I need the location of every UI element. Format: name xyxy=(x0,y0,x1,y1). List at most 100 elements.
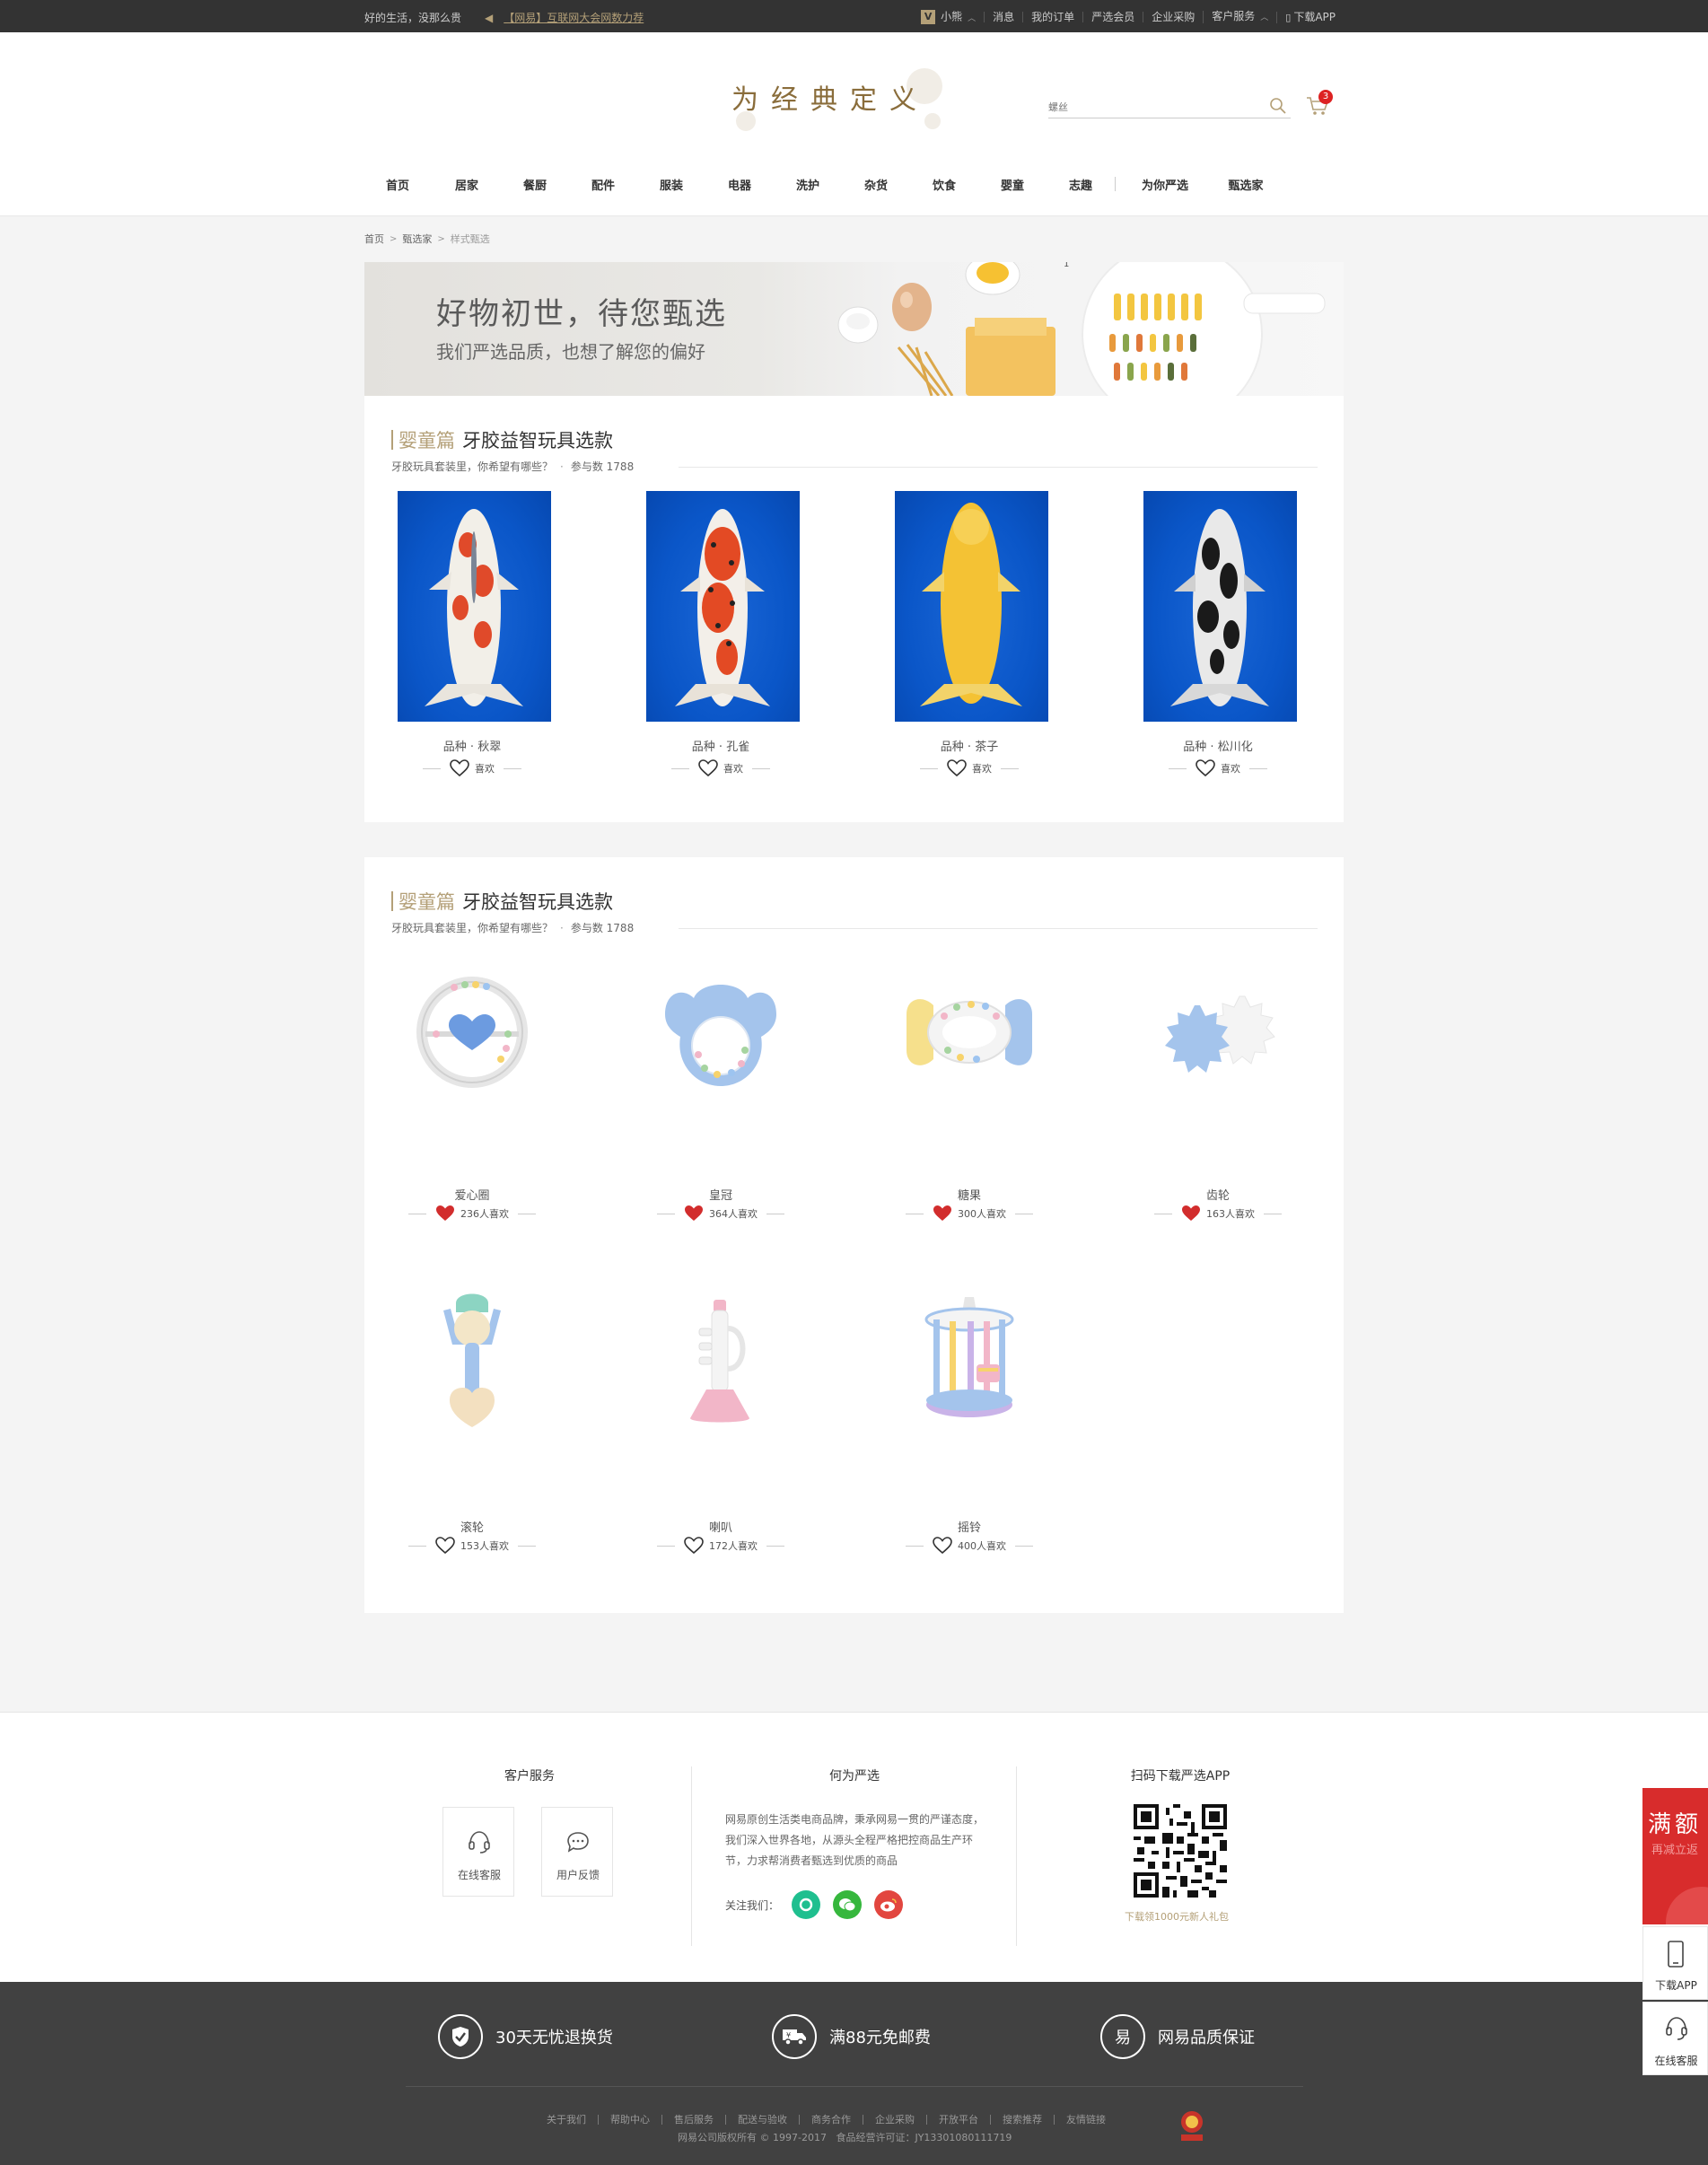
nav-accessories[interactable]: 配件 xyxy=(569,176,637,193)
toy-card[interactable]: 糖果 300人喜欢 xyxy=(862,960,1077,1221)
nav-hobbies[interactable]: 志趣 xyxy=(1047,176,1115,193)
like-button[interactable]: 300人喜欢 xyxy=(933,1205,1006,1223)
divider xyxy=(504,767,521,769)
like-button[interactable]: 172人喜欢 xyxy=(684,1537,758,1555)
nav-food[interactable]: 饮食 xyxy=(910,176,978,193)
nav-for-you[interactable]: 为你严选 xyxy=(1125,176,1205,193)
like-button[interactable]: 喜欢 xyxy=(947,759,992,777)
like-count: 153人喜欢 xyxy=(460,1540,509,1552)
nav-apparel[interactable]: 服装 xyxy=(637,176,705,193)
toy-card[interactable]: 皇冠 364人喜欢 xyxy=(613,960,828,1221)
like-label: 喜欢 xyxy=(475,763,495,775)
like-row: 172人喜欢 xyxy=(613,1535,828,1556)
customer-service-menu[interactable]: 客户服务 ︿ xyxy=(1203,11,1276,23)
cart-button[interactable]: 3 xyxy=(1306,90,1333,120)
nav-appliances[interactable]: 电器 xyxy=(705,176,774,193)
column-divider xyxy=(1016,1766,1017,1946)
breadcrumb-home[interactable]: 首页 xyxy=(364,232,384,246)
site-logo[interactable]: 为经典定义 xyxy=(731,77,929,117)
nav-groceries[interactable]: 杂货 xyxy=(842,176,910,193)
footer-link-after-sales[interactable]: 售后服务 xyxy=(661,2115,725,2125)
toy-card[interactable]: 喇叭 172人喜欢 xyxy=(613,1293,828,1556)
koi-variety: 品种 · 孔雀 xyxy=(691,741,750,754)
toy-image xyxy=(1146,960,1290,1104)
heart-filled-icon xyxy=(1182,1205,1200,1221)
footer-link-open-platform[interactable]: 开放平台 xyxy=(926,2115,990,2125)
online-service-button[interactable]: 在线客服 xyxy=(442,1807,514,1897)
side-promo-banner[interactable]: 满额 再减立返 xyxy=(1642,1788,1708,1924)
variety-label: 品种 xyxy=(1183,741,1207,754)
like-button[interactable]: 喜欢 xyxy=(698,759,743,777)
toy-name: 糖果 xyxy=(957,1189,981,1203)
koi-image xyxy=(1143,491,1297,722)
nav-home-living[interactable]: 居家 xyxy=(433,176,501,193)
like-button[interactable]: 364人喜欢 xyxy=(684,1205,758,1223)
divider xyxy=(423,767,441,769)
footer-link-help[interactable]: 帮助中心 xyxy=(598,2115,661,2125)
like-button[interactable]: 喜欢 xyxy=(450,759,495,777)
footer-link-business[interactable]: 商务合作 xyxy=(799,2115,863,2125)
variety-name: 秋翠 xyxy=(477,741,502,754)
toy-card[interactable]: 滚轮 153人喜欢 xyxy=(364,1293,580,1555)
like-button[interactable]: 163人喜欢 xyxy=(1181,1205,1255,1223)
heading-bar xyxy=(391,430,393,450)
like-button[interactable]: 喜欢 xyxy=(1196,759,1240,777)
feedback-button[interactable]: 用户反馈 xyxy=(541,1807,613,1897)
side-online-service[interactable]: 在线客服 xyxy=(1642,2002,1708,2075)
hero-banner[interactable]: 好物初世，待您甄选 我们严选品质，也想了解您的偏好 1 xyxy=(364,262,1344,396)
nav-baby[interactable]: 婴童 xyxy=(978,176,1047,193)
wechat-icon[interactable] xyxy=(833,1890,863,1919)
nav-personal-care[interactable]: 洗护 xyxy=(774,176,842,193)
footer-link-enterprise[interactable]: 企业采购 xyxy=(863,2115,926,2125)
top-bar: 好的生活，没那么贵 ◀ 【网易】互联网大会网数力荐 V 小熊 ︿ 消息 我的订单 严… xyxy=(0,0,1708,32)
weibo-icon[interactable] xyxy=(874,1890,904,1919)
police-badge-icon[interactable] xyxy=(1178,2109,1205,2142)
search-icon[interactable] xyxy=(1269,97,1291,118)
quality-seal-icon: 易 xyxy=(1100,2014,1145,2059)
toy-name: 喇叭 xyxy=(708,1521,732,1535)
toy-card[interactable]: 爱心圈 236人喜欢 xyxy=(364,960,580,1221)
variety-name: 松川化 xyxy=(1217,741,1253,754)
toy-card[interactable]: 齿轮 163人喜欢 xyxy=(1110,960,1326,1221)
divider xyxy=(679,928,1318,929)
membership-link[interactable]: 严选会员 xyxy=(1082,12,1143,22)
koi-card[interactable]: 品种 · 孔雀 喜欢 xyxy=(613,491,828,787)
customer-service-title: 客户服务 xyxy=(504,1769,555,1784)
koi-image xyxy=(895,491,1048,722)
search-input[interactable] xyxy=(1048,97,1264,117)
yixin-icon[interactable] xyxy=(792,1890,821,1919)
my-orders-link[interactable]: 我的订单 xyxy=(1022,12,1082,22)
footer-link-about[interactable]: 关于我们 xyxy=(547,2115,598,2125)
app-download-title: 扫码下载严选APP xyxy=(1130,1769,1231,1784)
enterprise-link[interactable]: 企业采购 xyxy=(1143,12,1203,22)
toy-card[interactable]: 摇铃 400人喜欢 xyxy=(862,1293,1077,1555)
nav-home[interactable]: 首页 xyxy=(364,176,433,193)
messages-link[interactable]: 消息 xyxy=(984,12,1022,22)
koi-card[interactable]: 品种 · 松川化 喜欢 xyxy=(1110,491,1326,787)
nav-kitchen[interactable]: 餐厨 xyxy=(501,176,569,193)
toy-name: 齿轮 xyxy=(1205,1189,1230,1203)
like-button[interactable]: 400人喜欢 xyxy=(933,1537,1006,1555)
footer-link-delivery[interactable]: 配送与验收 xyxy=(725,2115,799,2125)
notice-link[interactable]: 【网易】互联网大会网数力荐 xyxy=(504,10,644,25)
footer-link-search[interactable]: 搜索推荐 xyxy=(990,2115,1054,2125)
like-button[interactable]: 153人喜欢 xyxy=(435,1537,509,1555)
svg-text:易: 易 xyxy=(1115,2029,1131,2047)
footer-link-friends[interactable]: 友情链接 xyxy=(1054,2115,1117,2125)
section-description: 牙胶玩具套装里，你希望有哪些？ · 参与数 1788 xyxy=(391,920,634,935)
topbar-left: 好的生活，没那么贵 ◀ 【网易】互联网大会网数力荐 xyxy=(364,10,644,25)
like-button[interactable]: 236人喜欢 xyxy=(435,1205,509,1223)
toy-image xyxy=(400,1293,544,1436)
like-label: 喜欢 xyxy=(972,763,992,775)
footer-bottom: 30天无忧退换货 ¥ 满88元免邮费 易 网易品质保证 关于我们 帮助中心 售后… xyxy=(0,1982,1708,2165)
koi-card[interactable]: 品种 · 秋翠 喜欢 xyxy=(364,491,580,787)
download-app-link[interactable]: ▯ 下载APP xyxy=(1276,11,1344,23)
breadcrumb-selectors[interactable]: 甄选家 xyxy=(402,232,432,246)
nav-selectors[interactable]: 甄选家 xyxy=(1205,176,1286,193)
banner-subtitle: 我们严选品质，也想了解您的偏好 xyxy=(436,341,705,363)
koi-card[interactable]: 品种 · 茶子 喜欢 xyxy=(862,491,1077,787)
promise-returns: 30天无忧退换货 xyxy=(438,2014,613,2059)
user-menu[interactable]: V 小熊 ︿ xyxy=(913,10,984,24)
banner-food-illustration xyxy=(837,262,1326,396)
side-download-app[interactable]: 下载APP xyxy=(1642,1926,1708,2000)
